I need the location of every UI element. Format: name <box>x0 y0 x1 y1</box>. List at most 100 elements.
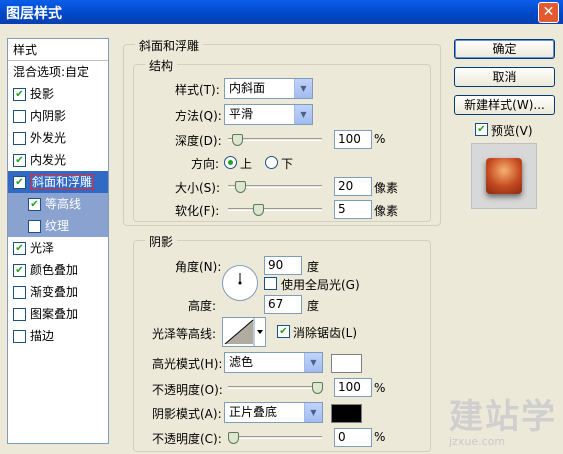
direction-up-radio[interactable] <box>224 156 237 169</box>
highlight-mode-select[interactable]: 滤色 ▼ <box>224 352 323 373</box>
highlight-opacity-unit: % <box>374 381 386 395</box>
style-list-item-label: 渐变叠加 <box>30 285 79 299</box>
style-checkbox[interactable]: ✔ <box>13 176 26 189</box>
style-list-item[interactable]: 纹理 <box>8 215 108 237</box>
style-list-item[interactable]: 内阴影 <box>8 105 108 127</box>
shadow-color-swatch[interactable] <box>331 404 362 423</box>
soften-input[interactable]: 5 <box>334 200 372 219</box>
style-checkbox[interactable] <box>13 286 26 299</box>
bevel-emboss-title: 斜面和浮雕 <box>135 37 204 54</box>
style-list-item-label: 纹理 <box>45 219 70 233</box>
size-unit: 像素 <box>374 181 399 195</box>
style-list-item-label: 描边 <box>30 329 55 343</box>
style-list-item-label: 投影 <box>30 87 55 101</box>
close-icon[interactable]: ✕ <box>538 2 559 23</box>
soften-slider[interactable] <box>228 208 322 211</box>
soften-unit: 像素 <box>374 204 399 218</box>
style-checkbox[interactable] <box>28 220 41 233</box>
shadow-opacity-input[interactable]: 0 <box>334 428 372 447</box>
highlight-color-swatch[interactable] <box>331 354 362 373</box>
shadow-mode-label: 阴影模式(A): <box>152 407 222 421</box>
style-list-item-label: 内阴影 <box>30 109 67 123</box>
style-checkbox[interactable] <box>13 110 26 123</box>
shadow-opacity-unit: % <box>374 430 386 444</box>
highlight-mode-value: 滤色 <box>229 355 254 369</box>
style-list-item[interactable]: 图案叠加 <box>8 303 108 325</box>
angle-label: 角度(N): <box>175 260 222 274</box>
style-list-item-label: 混合选项:自定 <box>13 65 90 79</box>
preview-checkbox[interactable]: ✔ <box>475 123 488 136</box>
style-list-item-label: 等高线 <box>45 197 82 211</box>
style-list-item[interactable]: ✔ 内发光 <box>8 149 108 171</box>
title-bar: 图层样式 ✕ <box>0 0 563 24</box>
shading-title: 阴影 <box>145 233 178 250</box>
angle-input[interactable]: 90 <box>264 256 302 275</box>
highlight-opacity-input[interactable]: 100 <box>334 378 372 397</box>
shadow-opacity-slider[interactable] <box>228 436 322 439</box>
angle-dial-indicator-icon <box>238 273 242 285</box>
angle-dial[interactable] <box>222 265 258 301</box>
antialias-label: 消除锯齿(L) <box>293 326 358 340</box>
highlight-mode-label: 高光模式(H): <box>152 357 223 371</box>
style-list-header[interactable]: 样式 <box>8 39 108 61</box>
style-list-item-label: 外发光 <box>30 131 67 145</box>
direction-up-label: 上 <box>240 157 253 171</box>
style-list-item[interactable]: ✔ 光泽 <box>8 237 108 259</box>
style-list-item-label: 内发光 <box>30 153 67 167</box>
method-select[interactable]: 平滑 ▼ <box>224 104 313 125</box>
style-select[interactable]: 内斜面 ▼ <box>224 78 313 99</box>
global-light-label: 使用全局光(G) <box>281 278 360 292</box>
style-list-item[interactable]: ✔ 颜色叠加 <box>8 259 108 281</box>
antialias-checkbox[interactable]: ✔ <box>277 325 290 338</box>
ok-button[interactable]: 确定 <box>454 39 555 59</box>
cancel-button[interactable]: 取消 <box>454 67 555 87</box>
method-label: 方法(Q): <box>175 109 222 123</box>
style-list-item[interactable]: ✔ 斜面和浮雕 <box>8 171 108 193</box>
style-preview <box>471 143 537 209</box>
direction-label: 方向: <box>191 157 220 171</box>
contour-curve-icon <box>224 318 263 346</box>
chevron-down-icon: ▼ <box>304 353 322 372</box>
direction-down-radio[interactable] <box>265 156 278 169</box>
style-checkbox[interactable] <box>13 308 26 321</box>
new-style-button[interactable]: 新建样式(W)... <box>454 95 555 115</box>
shadow-opacity-slider-thumb[interactable] <box>228 432 239 444</box>
style-checkbox[interactable]: ✔ <box>13 264 26 277</box>
style-checkbox[interactable]: ✔ <box>13 242 26 255</box>
highlight-opacity-slider[interactable] <box>228 386 322 389</box>
size-slider-thumb[interactable] <box>234 181 246 193</box>
depth-unit: % <box>374 132 386 146</box>
style-list-item[interactable]: 描边 <box>8 325 108 347</box>
style-list: 样式 混合选项:自定 ✔ 投影 内阴影 外发光 ✔ 内发光 ✔ 斜面和浮雕 ✔ 等高线 纹理 ✔ 光泽 ✔ 颜… <box>7 38 109 444</box>
style-checkbox[interactable]: ✔ <box>13 88 26 101</box>
altitude-unit: 度 <box>307 299 320 313</box>
style-list-item[interactable]: ✔ 投影 <box>8 83 108 105</box>
altitude-input[interactable]: 67 <box>264 295 302 314</box>
size-input[interactable]: 20 <box>334 177 372 196</box>
style-list-item[interactable]: ✔ 等高线 <box>8 193 108 215</box>
style-list-item-label: 光泽 <box>30 241 55 255</box>
global-light-checkbox[interactable] <box>264 277 277 290</box>
watermark: 建站学 jzxue.com <box>449 399 557 448</box>
style-list-item[interactable]: 混合选项:自定 <box>8 61 108 83</box>
structure-title: 结构 <box>145 57 178 74</box>
shadow-mode-select[interactable]: 正片叠底 ▼ <box>224 402 323 423</box>
style-list-item[interactable]: 渐变叠加 <box>8 281 108 303</box>
style-checkbox[interactable]: ✔ <box>13 154 26 167</box>
highlight-opacity-label: 不透明度(O): <box>152 383 223 397</box>
shadow-mode-value: 正片叠底 <box>229 405 278 419</box>
gloss-contour-picker[interactable] <box>222 317 266 347</box>
style-checkbox[interactable]: ✔ <box>28 198 41 211</box>
method-select-value: 平滑 <box>229 107 254 121</box>
depth-input[interactable]: 100 <box>334 130 372 149</box>
style-checkbox[interactable] <box>13 132 26 145</box>
style-list-item-label: 图案叠加 <box>30 307 79 321</box>
angle-unit: 度 <box>307 260 320 274</box>
direction-down-label: 下 <box>281 157 294 171</box>
style-list-item-label: 颜色叠加 <box>30 263 79 277</box>
style-list-item[interactable]: 外发光 <box>8 127 108 149</box>
window-title: 图层样式 <box>6 6 62 22</box>
highlight-opacity-slider-thumb[interactable] <box>312 382 323 394</box>
style-checkbox[interactable] <box>13 330 26 343</box>
size-label: 大小(S): <box>175 181 221 195</box>
